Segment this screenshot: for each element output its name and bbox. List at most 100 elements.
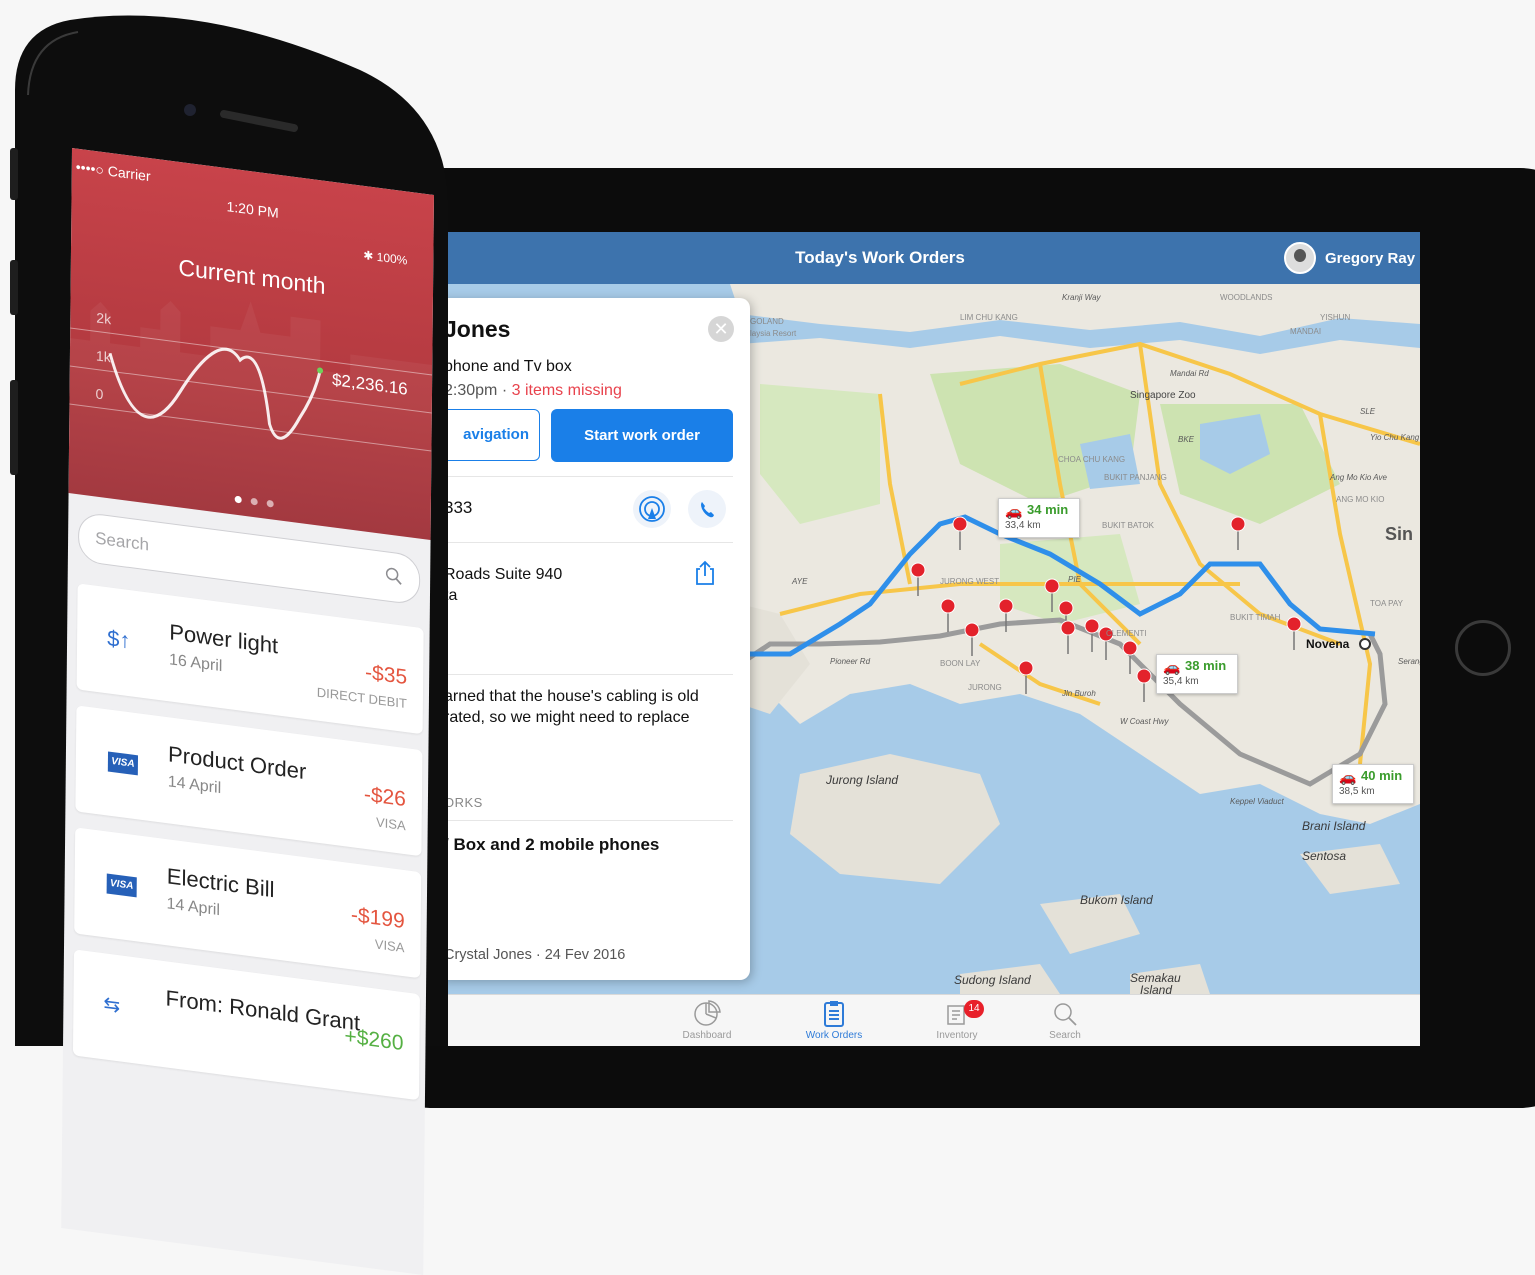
map-label: MANDAI bbox=[1290, 327, 1321, 336]
map-label: JURONG WEST bbox=[940, 577, 999, 586]
axis-label: 0 bbox=[95, 385, 104, 403]
close-button[interactable]: ✕ bbox=[708, 316, 734, 342]
map-label: GOLAND bbox=[750, 317, 784, 326]
map-label: Sin bbox=[1385, 524, 1413, 544]
volume-down-button[interactable] bbox=[10, 380, 18, 475]
phone-icon[interactable] bbox=[688, 490, 726, 528]
map-label: LIM CHU KANG bbox=[960, 313, 1018, 322]
pie-chart-icon bbox=[694, 1000, 721, 1026]
route-distance: 33,4 km bbox=[1005, 520, 1041, 531]
map-label: Singapore Zoo bbox=[1130, 390, 1196, 401]
map-label: Kranji Way bbox=[1062, 293, 1102, 302]
clipboard-icon bbox=[824, 1001, 844, 1027]
map-label: Jurong Island bbox=[825, 773, 898, 787]
tab-label: Search bbox=[1049, 1030, 1081, 1041]
map-label: CHOA CHU KANG bbox=[1058, 455, 1125, 464]
order-time: 2:30pm · 3 items missing bbox=[444, 382, 622, 400]
map-label: BUKIT PANJANG bbox=[1104, 473, 1167, 482]
user-menu[interactable]: Gregory Ray bbox=[1284, 242, 1415, 274]
nav-bar: Today's Work Orders Gregory Ray bbox=[440, 232, 1420, 284]
divider bbox=[440, 820, 733, 821]
route-distance: 35,4 km bbox=[1163, 676, 1199, 687]
tab-bar: Dashboard Work Orders 14 Inventory Searc… bbox=[440, 994, 1420, 1046]
avatar bbox=[1284, 242, 1316, 274]
front-camera bbox=[184, 104, 196, 116]
route-distance: 38,5 km bbox=[1339, 786, 1375, 797]
order-notes: arned that the house's cabling is old ra… bbox=[444, 688, 699, 726]
visa-icon: VISA bbox=[107, 751, 139, 776]
divider bbox=[440, 542, 733, 543]
transaction-date: 16 April bbox=[168, 651, 223, 676]
search-placeholder: Search bbox=[95, 528, 150, 555]
map-label: Sentosa bbox=[1302, 849, 1346, 863]
map-label: BKE bbox=[1178, 435, 1195, 444]
mute-switch[interactable] bbox=[10, 148, 18, 200]
map-label: Brani Island bbox=[1302, 819, 1366, 833]
transaction-amount: -$26 bbox=[363, 782, 407, 812]
map-label: Island bbox=[1140, 983, 1172, 994]
map-label: Bukom Island bbox=[1080, 893, 1153, 907]
map-label: Pioneer Rd bbox=[830, 657, 871, 666]
tab-work-orders[interactable]: Work Orders bbox=[789, 1000, 879, 1041]
work-item[interactable]: / Box and 2 mobile phones bbox=[444, 835, 659, 855]
tab-label: Work Orders bbox=[805, 1030, 863, 1041]
tab-search[interactable]: Search bbox=[1020, 1000, 1110, 1041]
tab-dashboard[interactable]: Dashboard bbox=[662, 1000, 752, 1041]
map-label: Keppel Viaduct bbox=[1230, 797, 1284, 806]
transaction-title: From: Ronald Grant bbox=[165, 985, 361, 1036]
map-label: laysia Resort bbox=[750, 329, 797, 338]
map-label: TOA PAY bbox=[1370, 599, 1404, 608]
transfer-icon: ⇆ bbox=[103, 993, 121, 1018]
car-icon: 🚗 bbox=[1339, 769, 1357, 785]
map-label: Serangoon bbox=[1398, 657, 1420, 666]
volume-up-button[interactable] bbox=[10, 260, 18, 315]
map-label: Ang Mo Kio Ave bbox=[1329, 473, 1387, 482]
map-label: BOON LAY bbox=[940, 659, 981, 668]
map-label: BUKIT TIMAH bbox=[1230, 613, 1281, 622]
map-label: Jln Buroh bbox=[1061, 689, 1096, 698]
route-callout[interactable]: 🚗 34 min 33,4 km bbox=[998, 498, 1080, 538]
transaction-method: VISA bbox=[375, 814, 406, 834]
map-label: JURONG bbox=[968, 683, 1002, 692]
transaction-method: VISA bbox=[374, 936, 405, 956]
map-label: Novena bbox=[1306, 637, 1350, 651]
tab-label: Dashboard bbox=[682, 1030, 732, 1041]
user-name: Gregory Ray bbox=[1325, 249, 1416, 267]
transaction-date: 14 April bbox=[166, 895, 221, 920]
page-dot bbox=[266, 499, 274, 508]
map-label: CLEMENTI bbox=[1106, 629, 1146, 638]
page-dot bbox=[234, 495, 242, 504]
map-label: ANG MO KIO bbox=[1336, 495, 1384, 504]
search-icon bbox=[385, 567, 402, 585]
transaction-amount: -$199 bbox=[350, 903, 405, 934]
start-work-order-button[interactable]: Start work order bbox=[551, 409, 733, 462]
destination-marker[interactable] bbox=[1359, 638, 1371, 650]
search-icon bbox=[1054, 1003, 1077, 1026]
map-label: AYE bbox=[791, 577, 808, 586]
map-label: WOODLANDS bbox=[1220, 293, 1272, 302]
route-callout[interactable]: 🚗 40 min 38,5 km bbox=[1332, 764, 1414, 804]
car-icon: 🚗 bbox=[1005, 503, 1023, 519]
tab-inventory[interactable]: 14 Inventory bbox=[912, 1000, 1002, 1041]
inventory-badge: 14 bbox=[964, 1000, 984, 1018]
divider bbox=[440, 674, 733, 675]
car-icon: 🚗 bbox=[1163, 659, 1181, 675]
ipad-home-button[interactable] bbox=[1455, 620, 1511, 676]
missing-items[interactable]: 3 items missing bbox=[512, 382, 622, 399]
share-icon[interactable] bbox=[694, 560, 716, 591]
route-time: 40 min bbox=[1361, 768, 1403, 783]
route-time: 38 min bbox=[1185, 658, 1227, 673]
tab-label: Inventory bbox=[936, 1030, 978, 1041]
divider bbox=[440, 476, 733, 477]
route-time: 34 min bbox=[1027, 502, 1069, 517]
map-label: W Coast Hwy bbox=[1120, 717, 1169, 726]
map-label: Mandai Rd bbox=[1170, 369, 1209, 378]
route-callout[interactable]: 🚗 38 min 35,4 km bbox=[1156, 654, 1238, 694]
balance-header: ••••○ Carrier 1:20 PM ✱ 100% Current mon… bbox=[68, 148, 434, 541]
transaction-item[interactable]: ⇆ From: Ronald Grant +$260 bbox=[72, 949, 420, 1101]
map-label: SLE bbox=[1360, 407, 1376, 416]
map-label: BUKIT BATOK bbox=[1102, 521, 1155, 530]
map-label: Yio Chu Kang bbox=[1370, 433, 1420, 442]
work-order-card: ✕ Jones phone and Tv box 2:30pm · 3 item… bbox=[440, 298, 750, 980]
facetime-icon[interactable] bbox=[633, 490, 671, 528]
